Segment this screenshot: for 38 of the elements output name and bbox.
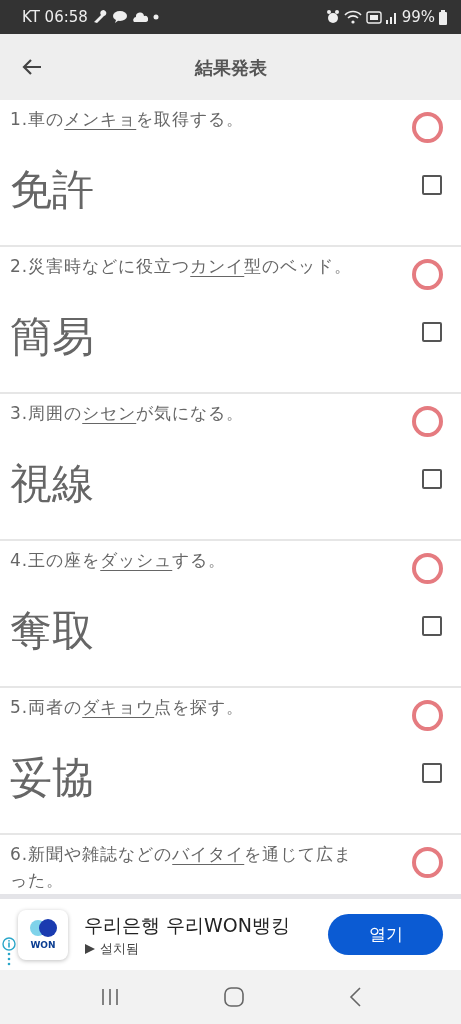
chat-icon: [111, 10, 128, 24]
open-button[interactable]: 열기: [328, 914, 443, 955]
ad-subtitle: 설치됨: [100, 940, 139, 958]
answer-text: 奪取: [10, 605, 94, 652]
home-icon[interactable]: [224, 987, 245, 1007]
alarm-icon: [325, 10, 340, 24]
checkbox[interactable]: [422, 469, 442, 489]
status-time: KT 06:58: [22, 6, 88, 28]
dot-icon: [151, 13, 160, 21]
logo-text: WON: [30, 941, 56, 950]
answer-text: 簡易: [10, 311, 94, 358]
checkbox[interactable]: [422, 616, 442, 636]
checkbox[interactable]: [422, 175, 442, 195]
info-icon[interactable]: [2, 937, 16, 967]
checkbox[interactable]: [422, 322, 442, 342]
hd-icon: [365, 10, 382, 24]
back-arrow-icon[interactable]: [22, 58, 42, 76]
logo-circles-icon: [27, 919, 59, 937]
question-text: 1.車の メンキョ を取得する。: [10, 108, 245, 131]
battery-icon: [439, 9, 447, 25]
battery-percent: 99%: [401, 6, 435, 28]
signal-icon: [385, 10, 398, 24]
answer-text: 視線: [10, 458, 94, 505]
wifi-icon: [343, 10, 362, 24]
ad-title: 우리은행 우리WON뱅킹: [84, 912, 291, 938]
recent-apps-icon[interactable]: [100, 988, 121, 1006]
question-text: 2.災害時などに役立つカンイ型のベッド。: [10, 255, 353, 278]
answer-text: 免許: [10, 164, 94, 211]
question-text: 4.王の座を ダッシュする。: [10, 549, 227, 572]
checkbox[interactable]: [422, 763, 442, 783]
screen-title: 結果発表: [194, 56, 267, 78]
answer-text: 妥協: [10, 752, 94, 799]
play-store-icon: [84, 942, 96, 955]
question-text: 3.周囲の シセンが気になる。: [10, 402, 245, 425]
question-text: 5.両者の ダキョウ 点を探す。: [10, 696, 245, 719]
cloud-icon: [131, 12, 148, 22]
back-icon[interactable]: [348, 987, 361, 1007]
question-text: 6.新聞や雑誌などのバイタイ を通じて広まった。: [10, 843, 354, 892]
